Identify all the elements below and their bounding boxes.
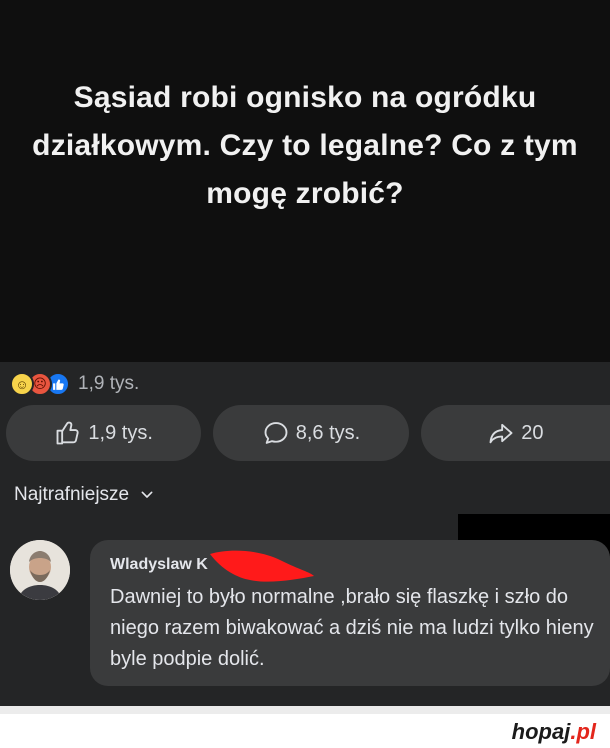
- comment-count: 8,6 tys.: [295, 421, 361, 444]
- comment-author[interactable]: Wladyslaw K: [110, 556, 208, 574]
- chevron-down-icon: [141, 491, 153, 498]
- post-title: Sąsiad robi ognisko na ogródku działkowy…: [32, 81, 578, 210]
- share-count: 20: [521, 421, 544, 444]
- comment-bubble: Wladyslaw K Dawniej to było normalne ,br…: [90, 540, 610, 686]
- comment: Wladyslaw K Dawniej to było normalne ,br…: [10, 540, 610, 690]
- site-watermark: hopaj.pl: [512, 719, 596, 745]
- avatar[interactable]: [10, 540, 70, 600]
- share-button[interactable]: 20: [420, 405, 610, 461]
- like-count: 1,9 tys.: [88, 421, 153, 444]
- watermark-site: hopaj: [511, 719, 571, 744]
- haha-emoji-icon: ☺: [10, 372, 34, 396]
- reaction-count: 1,9 tys.: [78, 373, 140, 394]
- comment-button[interactable]: 8,6 tys.: [213, 405, 409, 461]
- like-button[interactable]: 1,9 tys.: [6, 405, 202, 461]
- reaction-emojis: ☺ ☹: [10, 372, 70, 396]
- reaction-summary[interactable]: ☺ ☹ 1,9 tys.: [10, 370, 139, 398]
- action-bar: 1,9 tys. 8,6 tys. 20: [6, 405, 610, 461]
- watermark-bar: hopaj.pl: [0, 706, 610, 748]
- thumbs-up-icon: [56, 421, 80, 445]
- post-header: Sąsiad robi ognisko na ogródku działkowy…: [0, 0, 610, 362]
- comment-sort-dropdown[interactable]: Najtrafniejsze: [14, 484, 155, 506]
- watermark-tld: .pl: [570, 719, 596, 744]
- comment-bubble-icon: [264, 422, 288, 444]
- comment-text: Dawniej to było normalne ,brało się flas…: [110, 586, 594, 670]
- share-arrow-icon: [489, 423, 513, 444]
- feed: ☺ ☹ 1,9 tys. 1,9 tys. 8,6 tys. 20 Najtra…: [0, 362, 610, 706]
- sort-label: Najtrafniejsze: [14, 484, 130, 505]
